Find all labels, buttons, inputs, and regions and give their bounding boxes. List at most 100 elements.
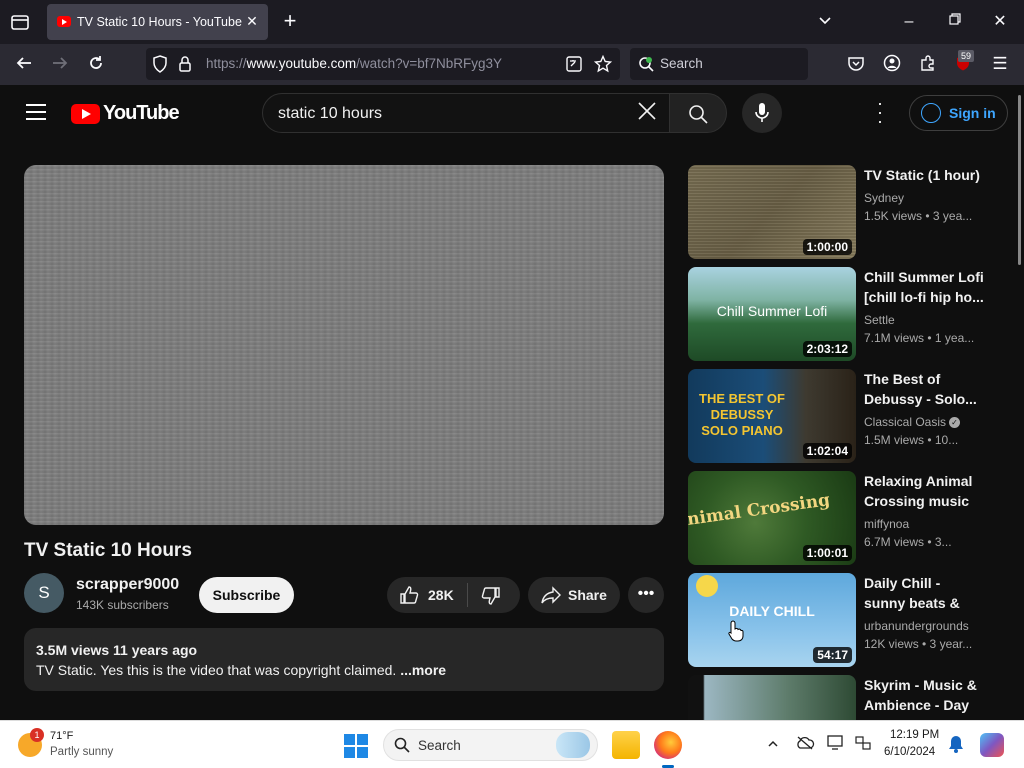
- clock-date[interactable]: 6/10/2024: [884, 746, 935, 758]
- url-prefix: https://: [206, 56, 247, 71]
- settings-more-icon[interactable]: · · ·: [870, 94, 890, 130]
- recommendation-item[interactable]: Chill Summer Lofi 2:03:12 Chill Summer L…: [688, 267, 1008, 361]
- weather-notification-badge: 1: [30, 728, 44, 742]
- youtube-search-button[interactable]: [669, 93, 727, 133]
- shield-icon[interactable]: [152, 55, 168, 78]
- url-bar[interactable]: https://www.youtube.com/watch?v=bf7NbRFy…: [146, 48, 620, 80]
- recommendation-stats: 12K views • 3 year...: [864, 637, 973, 651]
- search-engine-icon: [638, 56, 654, 77]
- share-label: Share: [568, 587, 607, 603]
- recommendation-title[interactable]: Daily Chill - sunny beats & jazz...: [864, 573, 984, 613]
- voice-search-button[interactable]: [742, 93, 782, 133]
- file-explorer-icon[interactable]: [612, 731, 640, 759]
- more-actions-icon[interactable]: •••: [628, 577, 664, 613]
- taskbar-search-box[interactable]: Search: [383, 729, 598, 761]
- youtube-logo[interactable]: YouTube: [71, 102, 180, 124]
- recommendation-thumbnail[interactable]: Chill Summer Lofi 2:03:12: [688, 267, 856, 361]
- clock-time[interactable]: 12:19 PM: [890, 729, 939, 741]
- minimize-button[interactable]: –: [899, 12, 919, 32]
- tab-title: TV Static 10 Hours - YouTube: [77, 15, 242, 29]
- recommendation-item[interactable]: THE BEST OF DEBUSSY SOLO PIANO 1:02:04 T…: [688, 369, 1008, 463]
- video-duration: 1:00:01: [802, 545, 852, 561]
- subscribe-button[interactable]: Subscribe: [199, 577, 294, 613]
- browser-search-placeholder: Search: [660, 56, 703, 71]
- list-all-tabs-chevron-icon[interactable]: [815, 12, 835, 32]
- thumbnail-caption: THE BEST OF DEBUSSY SOLO PIANO: [699, 391, 785, 438]
- extensions-icon[interactable]: [918, 54, 938, 74]
- back-icon[interactable]: [14, 54, 34, 74]
- recommendation-item[interactable]: Animal Crossing 1:00:01 Relaxing Animal …: [688, 471, 1008, 565]
- recommendation-stats: 6.7M views • 3...: [864, 535, 952, 549]
- weather-temperature[interactable]: 71°F: [50, 730, 73, 742]
- guide-menu-icon[interactable]: [26, 104, 46, 120]
- dislike-icon[interactable]: [481, 586, 501, 611]
- recommendation-thumbnail[interactable]: [688, 675, 856, 720]
- menu-icon[interactable]: ☰: [990, 54, 1010, 74]
- notification-bell-icon[interactable]: [946, 735, 966, 755]
- microphone-icon: [754, 102, 770, 129]
- youtube-search-input[interactable]: static 10 hours: [262, 93, 670, 133]
- description-more-link[interactable]: ...more: [400, 662, 446, 678]
- tab-list-icon[interactable]: [8, 10, 32, 34]
- search-highlight-image: [556, 732, 590, 758]
- recommendation-channel: Sydney: [864, 191, 905, 205]
- video-title: TV Static 10 Hours: [24, 540, 192, 561]
- subscriber-count: 143K subscribers: [76, 598, 169, 612]
- scrollbar-thumb[interactable]: [1018, 95, 1021, 265]
- lock-icon[interactable]: [178, 55, 192, 78]
- recommendation-title[interactable]: TV Static (1 hour): [864, 165, 984, 185]
- url-path: /watch?v=bf7NbRFyg3Y: [356, 56, 503, 71]
- forward-icon[interactable]: [50, 54, 70, 74]
- restore-button[interactable]: [945, 12, 965, 32]
- network-icon[interactable]: [853, 735, 873, 755]
- verified-check-icon: ✓: [949, 417, 961, 429]
- account-icon[interactable]: [882, 54, 902, 74]
- channel-name[interactable]: scrapper9000: [76, 576, 179, 594]
- onedrive-icon[interactable]: [795, 735, 815, 755]
- recommendation-title[interactable]: Chill Summer Lofi [chill lo-fi hip ho...: [864, 267, 984, 307]
- copilot-icon[interactable]: [980, 733, 1004, 757]
- clear-search-icon[interactable]: [637, 101, 657, 126]
- recommendation-stats: 7.1M views • 1 yea...: [864, 331, 975, 345]
- recommendation-title[interactable]: The Best of Debussy - Solo...: [864, 369, 984, 409]
- reload-icon[interactable]: [86, 54, 106, 74]
- bookmark-star-icon[interactable]: [593, 54, 613, 78]
- recommendation-thumbnail[interactable]: THE BEST OF DEBUSSY SOLO PIANO 1:02:04: [688, 369, 856, 463]
- recommendation-item[interactable]: 1:00:00 TV Static (1 hour) Sydney 1.5K v…: [688, 165, 1008, 259]
- url-text[interactable]: https://www.youtube.com/watch?v=bf7NbRFy…: [206, 56, 502, 71]
- youtube-page: YouTube static 10 hours · · · Sign in TV S…: [0, 85, 1018, 720]
- channel-avatar[interactable]: S: [24, 573, 64, 613]
- new-tab-button[interactable]: +: [280, 10, 300, 32]
- weather-description[interactable]: Partly sunny: [50, 746, 113, 758]
- share-button[interactable]: Share: [528, 577, 620, 613]
- recommendation-thumbnail[interactable]: DAILY CHILL 54:17: [688, 573, 856, 667]
- sign-in-button[interactable]: Sign in: [909, 95, 1008, 131]
- recommendation-item[interactable]: Skyrim - Music & Ambience - Day: [688, 675, 1008, 720]
- description-box[interactable]: 3.5M views 11 years ago TV Static. Yes t…: [24, 628, 664, 691]
- browser-search-bar[interactable]: Search: [630, 48, 808, 80]
- translate-page-icon[interactable]: [565, 55, 583, 78]
- close-window-button[interactable]: ✕: [990, 12, 1010, 32]
- recommendation-thumbnail[interactable]: 1:00:00: [688, 165, 856, 259]
- video-meta: 3.5M views 11 years ago: [36, 642, 198, 658]
- video-duration: 2:03:12: [802, 341, 852, 357]
- show-hidden-icons-chevron-icon[interactable]: [763, 735, 783, 755]
- recommendation-channel-name: Classical Oasis: [864, 415, 947, 429]
- thumbnail-caption: Chill Summer Lofi: [716, 303, 828, 319]
- browser-tab-active[interactable]: TV Static 10 Hours - YouTube ✕: [47, 4, 268, 40]
- recommendation-title[interactable]: Skyrim - Music & Ambience - Day: [864, 675, 984, 715]
- display-icon[interactable]: [826, 735, 846, 755]
- account-circle-icon: [921, 103, 941, 123]
- page-scrollbar[interactable]: [1016, 85, 1024, 720]
- recommendation-title[interactable]: Relaxing Animal Crossing music ...: [864, 471, 984, 511]
- windows-start-icon[interactable]: [344, 734, 368, 758]
- like-count[interactable]: 28K: [428, 587, 454, 603]
- tab-close-icon[interactable]: ✕: [244, 13, 260, 29]
- video-player[interactable]: [24, 165, 664, 525]
- description-snippet: TV Static. Yes this is the video that wa…: [36, 662, 401, 678]
- like-icon[interactable]: [399, 585, 419, 610]
- pocket-icon[interactable]: [846, 54, 866, 74]
- firefox-icon[interactable]: [654, 731, 682, 759]
- browser-navbar: https://www.youtube.com/watch?v=bf7NbRFy…: [0, 44, 1024, 85]
- recommendation-thumbnail[interactable]: Animal Crossing 1:00:01: [688, 471, 856, 565]
